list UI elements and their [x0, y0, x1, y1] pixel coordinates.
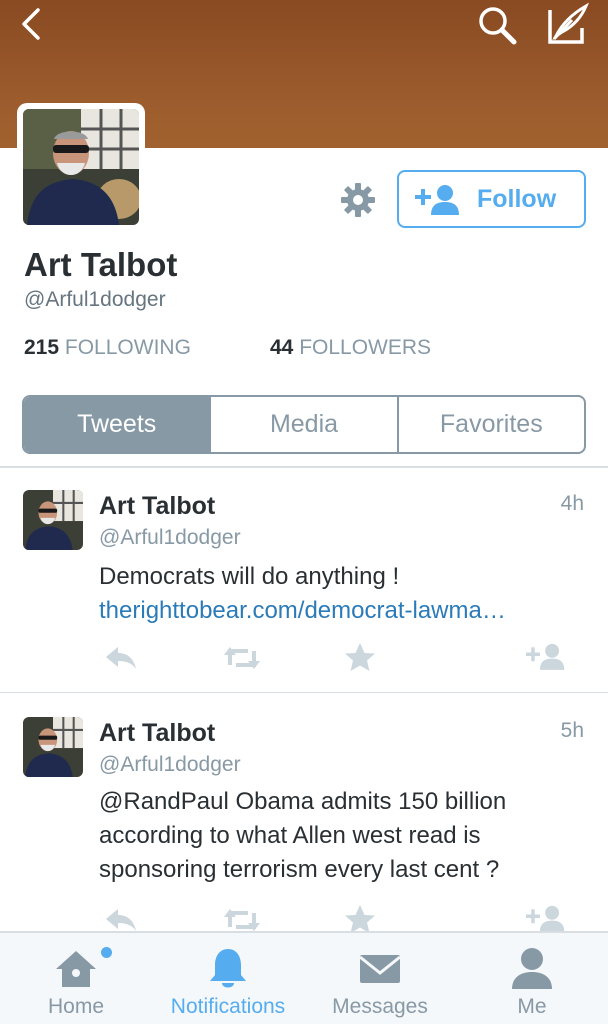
tweet-body: Democrats will do anything ! — [99, 563, 400, 590]
follow-button-label: Follow — [477, 184, 557, 213]
back-button[interactable] — [14, 4, 54, 44]
tabbar-me-label: Me — [517, 995, 547, 1018]
profile-avatar[interactable] — [17, 103, 145, 231]
tweet-author-handle: @Arful1dodger — [99, 753, 241, 776]
following-label: FOLLOWING — [64, 336, 191, 359]
tweet-author-name: Art Talbot — [99, 492, 216, 520]
tweet-author-handle: @Arful1dodger — [99, 526, 241, 549]
compose-feather-icon — [548, 2, 589, 44]
avatar-photo — [23, 109, 139, 225]
favorite-button[interactable] — [342, 903, 378, 931]
home-icon — [51, 945, 101, 991]
tweet-item[interactable]: Art Talbot @Arful1dodger 4h Democrats wi… — [0, 468, 608, 692]
tweet-avatar[interactable] — [23, 490, 83, 550]
add-user-icon — [526, 643, 565, 670]
tweet-text: Democrats will do anything ! therighttob… — [99, 560, 569, 628]
add-user-icon — [526, 905, 565, 931]
tweet-author-name: Art Talbot — [99, 719, 216, 747]
follow-author-button[interactable] — [526, 641, 566, 671]
tweet-timestamp: 4h — [560, 492, 584, 515]
reply-icon — [106, 647, 136, 669]
followers-stat[interactable]: 44 FOLLOWERS — [270, 336, 431, 360]
follow-button[interactable]: Follow — [397, 170, 586, 228]
followers-label: FOLLOWERS — [299, 336, 432, 359]
tabbar-messages-label: Messages — [332, 995, 428, 1018]
star-icon — [345, 643, 375, 671]
tab-tweets[interactable]: Tweets — [24, 397, 210, 452]
retweet-icon — [224, 909, 260, 931]
new-content-badge — [101, 947, 112, 958]
tabbar-me[interactable]: Me — [456, 933, 608, 1024]
followers-count: 44 — [270, 336, 294, 359]
tweet-body: @RandPaul Obama admits 150 billion accor… — [99, 788, 507, 883]
compose-tweet-button[interactable] — [542, 2, 592, 48]
profile-handle: @Arful1dodger — [24, 288, 166, 311]
search-icon — [479, 7, 517, 45]
tabbar-messages[interactable]: Messages — [304, 933, 456, 1024]
profile-tabs: Tweets Media Favorites — [22, 395, 586, 454]
settings-button[interactable] — [338, 180, 378, 220]
add-user-icon — [415, 185, 459, 215]
search-button[interactable] — [474, 2, 520, 48]
envelope-icon — [355, 945, 405, 991]
following-count: 215 — [24, 336, 60, 359]
tabbar-notifications[interactable]: Notifications — [152, 933, 304, 1024]
favorite-button[interactable] — [342, 641, 378, 671]
chevron-left-icon — [22, 8, 40, 40]
gear-icon — [341, 183, 375, 217]
reply-icon — [106, 909, 136, 931]
retweet-icon — [224, 647, 260, 669]
tabbar-home-label: Home — [47, 995, 105, 1018]
tweet-item[interactable]: Art Talbot @Arful1dodger 5h @RandPaul Ob… — [0, 693, 608, 931]
tab-favorites[interactable]: Favorites — [396, 397, 584, 452]
following-stat[interactable]: 215 FOLLOWING — [24, 336, 191, 360]
profile-name: Art Talbot — [24, 246, 178, 283]
tabbar-notifications-label: Notifications — [170, 995, 286, 1018]
star-icon — [345, 905, 375, 931]
reply-button[interactable] — [104, 905, 140, 931]
tabbar-home[interactable]: Home — [0, 933, 152, 1024]
tweet-timestamp: 5h — [560, 719, 584, 742]
follow-author-button[interactable] — [526, 903, 566, 931]
tab-media[interactable]: Media — [209, 397, 396, 452]
retweet-button[interactable] — [224, 905, 260, 931]
tweet-avatar[interactable] — [23, 717, 83, 777]
person-icon — [507, 945, 557, 991]
bell-icon — [203, 945, 253, 991]
retweet-button[interactable] — [224, 643, 260, 673]
reply-button[interactable] — [104, 643, 140, 673]
tweet-link[interactable]: therighttobear.com/democrat-lawma… — [99, 594, 569, 628]
bottom-tab-bar: Home Notifications Messages Me — [0, 931, 608, 1024]
